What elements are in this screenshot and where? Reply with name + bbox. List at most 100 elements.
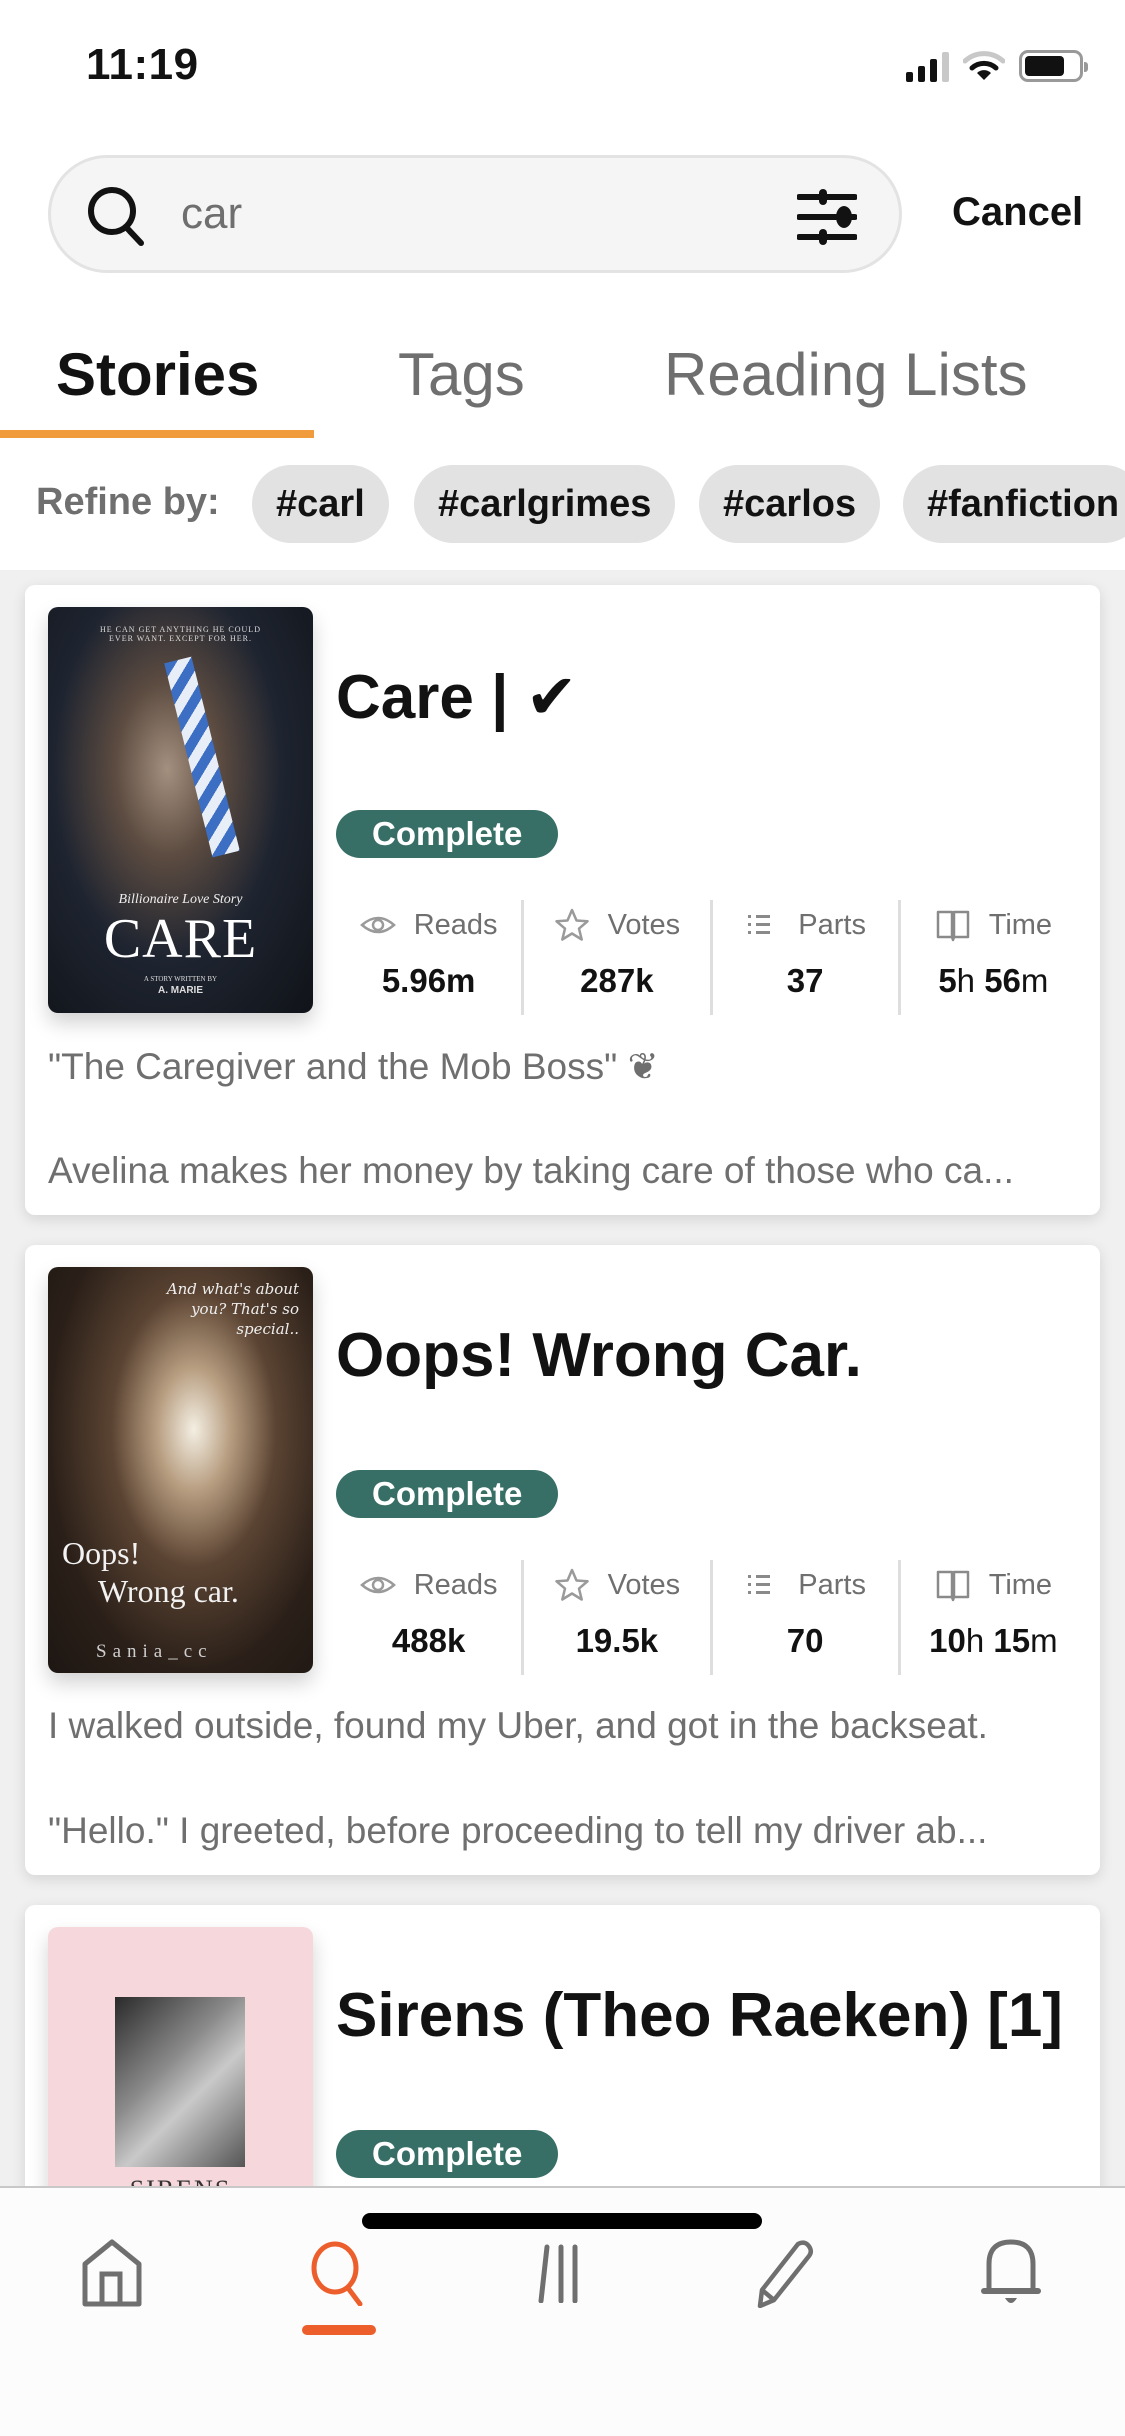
status-badge: Complete [336,2130,559,2178]
refine-bar: Refine by: #carl #carlgrimes #carlos #fa… [0,465,1125,545]
book-icon [936,910,969,942]
list-icon [748,1575,771,1594]
cover-tagline: HE CAN GET ANYTHING HE COULD EVER WANT. … [100,625,261,643]
star-icon [554,908,589,941]
stat-value: 488k [391,1622,466,1659]
stat-value: 10h 15m [901,1622,1086,1660]
home-indicator [362,2213,762,2229]
story-description: Avelina makes her money by taking care o… [48,1150,1014,1191]
search-tabs: Stories Tags Reading Lists [0,340,1125,440]
stat-reads: Reads 5.96m [336,900,521,1015]
wifi-icon [963,51,1005,80]
stat-votes: Votes 19.5k [521,1560,709,1675]
cover-title: Wrong car. [98,1573,239,1609]
list-icon [748,915,771,934]
cancel-button[interactable]: Cancel [952,190,1083,235]
stat-value: 37 [786,962,824,999]
nav-search[interactable] [294,2228,384,2318]
story-card[interactable]: SIRENS Sirens (Theo Raeken) [1] Complete [25,1905,1100,2190]
eye-icon [359,1576,396,1594]
active-nav-indicator [302,2325,376,2335]
story-card[interactable]: And what's about you? That's so special.… [25,1245,1100,1875]
time-unit: h [965,1622,985,1659]
stat-value: 70 [786,1622,824,1659]
home-icon [82,2239,142,2307]
book-icon [936,1570,969,1602]
stat-reads: Reads 488k [336,1560,521,1675]
star-icon [554,1568,589,1601]
status-badge: Complete [336,810,559,858]
stat-time: Time 5h 56m [897,900,1086,1015]
stat-label: Time [988,908,1053,941]
story-card[interactable]: HE CAN GET ANYTHING HE COULD EVER WANT. … [25,585,1100,1215]
cover-author: Sania_cc [96,1641,213,1662]
filter-sliders-icon[interactable] [797,188,857,246]
story-title[interactable]: Sirens (Theo Raeken) [1] [336,1980,1063,2051]
nav-library[interactable] [516,2228,606,2318]
eye-icon [359,916,396,934]
time-hours: 10 [929,1622,966,1659]
cover-tagline: And what's about you? That's so special.… [166,1280,299,1338]
story-results-list: HE CAN GET ANYTHING HE COULD EVER WANT. … [0,570,1125,2190]
stat-label: Reads [413,908,498,941]
stat-parts: Parts 37 [709,900,898,1015]
refine-label: Refine by: [36,481,220,523]
story-cover[interactable]: And what's about you? That's so special.… [48,1267,313,1673]
stat-value: 287k [580,962,654,999]
time-unit: h [956,962,976,999]
stat-value: 5h 56m [901,962,1086,1000]
cellular-signal-icon [906,50,949,82]
cover-photo [115,1997,245,2167]
story-description: I walked outside, found my Uber, and got… [48,1705,988,1746]
stat-label: Time [988,1568,1053,1601]
bell-icon [981,2239,1041,2303]
tab-reading-lists[interactable]: Reading Lists [664,340,1028,409]
cover-title: CARE [103,908,258,970]
time-minutes: 56 [984,962,1021,999]
tag-chip[interactable]: #carlos [699,465,881,543]
stat-value: 5.96m [381,962,476,999]
nav-write[interactable] [741,2228,831,2318]
library-icon [538,2244,578,2303]
story-description: "Hello." I greeted, before proceeding to… [48,1810,988,1851]
stat-label: Parts [798,1568,866,1601]
search-icon [311,2241,363,2306]
search-bar[interactable] [48,155,902,273]
tag-chip[interactable]: #fanfiction [903,465,1125,543]
time-hours: 5 [938,962,957,999]
tab-tags[interactable]: Tags [398,340,525,409]
tab-stories[interactable]: Stories [56,340,259,409]
nav-notifications[interactable] [966,2228,1056,2318]
time-unit: m [1030,1622,1058,1659]
cover-subtitle: Billionaire Love Story [118,892,243,907]
time-unit: m [1020,962,1049,999]
status-time: 11:19 [86,40,199,89]
pencil-icon [757,2240,814,2308]
story-cover[interactable]: SIRENS [48,1927,313,2190]
stat-parts: Parts 70 [709,1560,898,1675]
status-bar: 11:19 [0,0,1125,130]
search-input[interactable] [181,178,811,250]
stat-label: Parts [798,908,866,941]
stat-label: Votes [607,1568,681,1601]
story-stats: Reads 5.96m Votes 287k Parts 37 Time 5h … [336,900,1086,1015]
stat-time: Time 10h 15m [897,1560,1086,1675]
search-icon [88,187,144,246]
status-icons [906,50,1088,82]
tag-chip[interactable]: #carlgrimes [414,465,676,543]
tag-chip[interactable]: #carl [252,465,389,543]
stat-value: 19.5k [575,1622,659,1659]
story-title[interactable]: Oops! Wrong Car. [336,1320,862,1391]
story-title[interactable]: Care | ✔ [336,660,578,733]
time-minutes: 15 [993,1622,1031,1659]
story-cover[interactable]: HE CAN GET ANYTHING HE COULD EVER WANT. … [48,607,313,1013]
nav-home[interactable] [67,2228,157,2318]
stat-votes: Votes 287k [521,900,709,1015]
cover-tie [164,656,240,858]
stat-label: Reads [413,1568,498,1601]
stat-label: Votes [607,908,681,941]
cover-byline: A STORY WRITTEN BY [143,975,218,983]
story-description: "The Caregiver and the Mob Boss" ❦ [48,1046,659,1087]
battery-icon [1019,50,1088,82]
status-badge: Complete [336,1470,559,1518]
